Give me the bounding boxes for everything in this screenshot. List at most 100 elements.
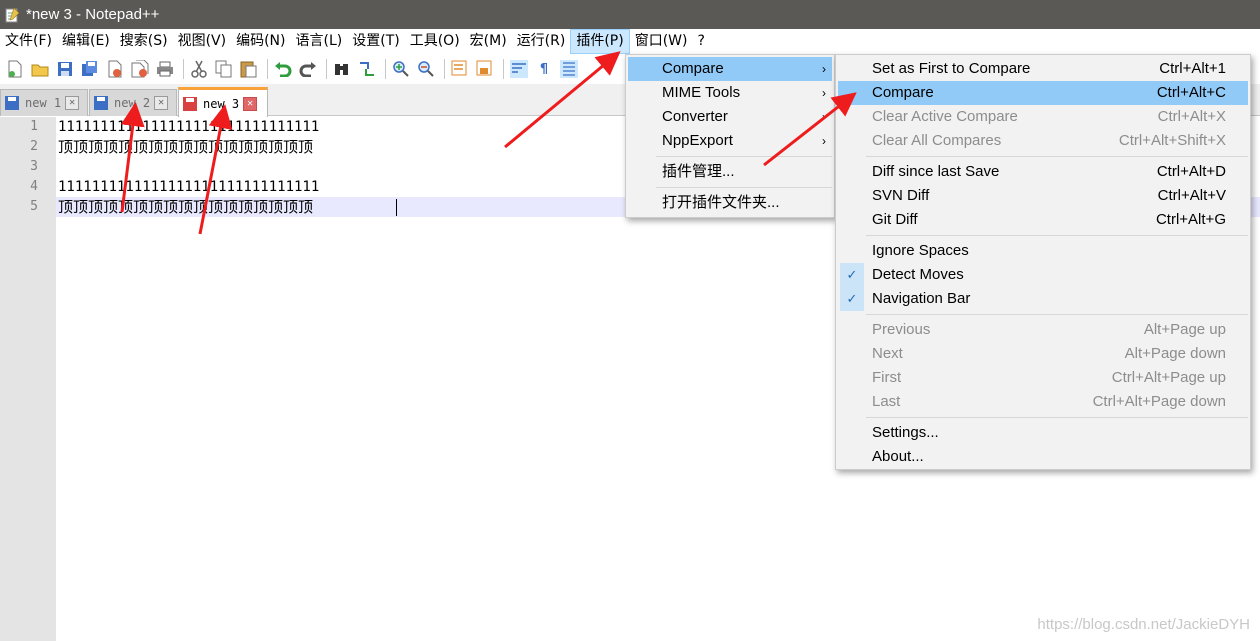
undo-icon[interactable]: [272, 58, 294, 80]
compare-settings[interactable]: Settings...: [838, 421, 1248, 445]
window-title: *new 3 - Notepad++: [26, 6, 160, 23]
line-number: 1: [30, 119, 38, 134]
plugins-menu: Compare › MIME Tools › Converter › NppEx…: [625, 54, 835, 218]
menu-separator: [656, 187, 832, 188]
menu-help[interactable]: ?: [693, 29, 710, 54]
word-wrap-icon[interactable]: [508, 58, 530, 80]
menu-macro[interactable]: 宏(M): [465, 29, 512, 54]
code-line[interactable]: 1111111111111111111111111111111: [58, 177, 319, 197]
compare-submenu: Set as First to Compare Ctrl+Alt+1 Compa…: [835, 54, 1251, 470]
code-line[interactable]: 顶顶顶顶顶顶顶顶顶顶顶顶顶顶顶顶顶: [58, 137, 313, 157]
plugins-menu-item-compare[interactable]: Compare ›: [628, 57, 832, 81]
compare-set-first[interactable]: Set as First to Compare Ctrl+Alt+1: [838, 57, 1248, 81]
notepad-app-icon: [4, 6, 20, 23]
chevron-right-icon: ›: [822, 62, 826, 76]
compare-about[interactable]: About...: [838, 445, 1248, 469]
menu-tools[interactable]: 工具(O): [405, 29, 465, 54]
menu-edit[interactable]: 编辑(E): [57, 29, 115, 54]
toolbar-separator: [503, 59, 504, 79]
compare-svn-diff[interactable]: SVN Diff Ctrl+Alt+V: [838, 184, 1248, 208]
chevron-right-icon: ›: [822, 86, 826, 100]
compare-detect-moves[interactable]: ✓ Detect Moves: [838, 263, 1248, 287]
compare-diff-since-save[interactable]: Diff since last Save Ctrl+Alt+D: [838, 160, 1248, 184]
compare-compare[interactable]: Compare Ctrl+Alt+C: [838, 81, 1248, 105]
copy-icon[interactable]: [213, 58, 235, 80]
compare-previous[interactable]: Previous Alt+Page up: [838, 318, 1248, 342]
zoom-out-icon[interactable]: [415, 58, 437, 80]
open-file-icon[interactable]: [29, 58, 51, 80]
checkmark-icon: ✓: [840, 263, 864, 287]
compare-navigation-bar[interactable]: ✓ Navigation Bar: [838, 287, 1248, 311]
compare-ignore-spaces[interactable]: Ignore Spaces: [838, 239, 1248, 263]
plugins-menu-item-mime-tools[interactable]: MIME Tools ›: [628, 81, 832, 105]
menu-file[interactable]: 文件(F): [0, 29, 57, 54]
show-all-chars-icon[interactable]: ¶: [533, 58, 555, 80]
compare-first[interactable]: First Ctrl+Alt+Page up: [838, 366, 1248, 390]
code-line[interactable]: 顶顶顶顶顶顶顶顶顶顶顶顶顶顶顶顶顶: [58, 197, 313, 217]
compare-git-diff[interactable]: Git Diff Ctrl+Alt+G: [838, 208, 1248, 232]
line-number: 3: [30, 159, 38, 174]
plugins-menu-item-plugin-admin[interactable]: 插件管理...: [628, 160, 832, 184]
menu-settings[interactable]: 设置(T): [347, 29, 404, 54]
menu-language[interactable]: 语言(L): [291, 29, 348, 54]
menu-encoding[interactable]: 编码(N): [231, 29, 290, 54]
replace-icon[interactable]: [356, 58, 378, 80]
text-caret: [396, 199, 397, 216]
plugins-menu-item-converter[interactable]: Converter ›: [628, 105, 832, 129]
watermark: https://blog.csdn.net/JackieDYH: [1037, 616, 1250, 633]
unsaved-file-icon: [183, 96, 197, 111]
menu-separator: [656, 156, 832, 157]
close-tab-icon[interactable]: ✕: [154, 96, 169, 110]
tab-label: new 2: [114, 96, 151, 110]
plugins-menu-item-nppexport[interactable]: NppExport ›: [628, 129, 832, 153]
new-file-icon[interactable]: [4, 58, 26, 80]
compare-last[interactable]: Last Ctrl+Alt+Page down: [838, 390, 1248, 414]
line-number: 2: [30, 139, 38, 154]
chevron-right-icon: ›: [822, 134, 826, 148]
menu-plugins[interactable]: 插件(P): [570, 29, 630, 54]
tab-new-3[interactable]: new 3 ✕: [178, 87, 268, 117]
paste-icon[interactable]: [238, 58, 260, 80]
menu-window[interactable]: 窗口(W): [630, 29, 693, 54]
close-all-icon[interactable]: [129, 58, 151, 80]
save-all-icon[interactable]: [79, 58, 101, 80]
close-tab-icon[interactable]: ✕: [65, 96, 80, 110]
menu-search[interactable]: 搜索(S): [115, 29, 173, 54]
line-number: 4: [30, 179, 38, 194]
zoom-in-icon[interactable]: [390, 58, 412, 80]
line-number: 5: [30, 199, 38, 214]
menu-view[interactable]: 视图(V): [173, 29, 232, 54]
title-bar: *new 3 - Notepad++: [0, 0, 1260, 29]
print-icon[interactable]: [154, 58, 176, 80]
tab-label: new 1: [25, 96, 62, 110]
menu-separator: [866, 156, 1248, 157]
sync-vertical-icon[interactable]: [449, 58, 471, 80]
menu-separator: [866, 314, 1248, 315]
code-line[interactable]: 1111111111111111111111111111111: [58, 117, 319, 137]
checkmark-icon: ✓: [840, 287, 864, 311]
menu-separator: [866, 235, 1248, 236]
tab-label: new 3: [203, 96, 240, 111]
chevron-right-icon: ›: [822, 110, 826, 124]
sync-horizontal-icon[interactable]: [474, 58, 496, 80]
tab-new-1[interactable]: new 1 ✕: [0, 89, 88, 116]
compare-next[interactable]: Next Alt+Page down: [838, 342, 1248, 366]
close-tab-icon[interactable]: ✕: [243, 96, 258, 111]
close-file-icon[interactable]: [104, 58, 126, 80]
save-icon[interactable]: [54, 58, 76, 80]
toolbar-separator: [326, 59, 327, 79]
plugins-menu-item-open-plugins-folder[interactable]: 打开插件文件夹...: [628, 191, 832, 215]
compare-clear-all[interactable]: Clear All Compares Ctrl+Alt+Shift+X: [838, 129, 1248, 153]
compare-clear-active[interactable]: Clear Active Compare Ctrl+Alt+X: [838, 105, 1248, 129]
menu-separator: [866, 417, 1248, 418]
toolbar-separator: [444, 59, 445, 79]
cut-icon[interactable]: [188, 58, 210, 80]
menu-run[interactable]: 运行(R): [512, 29, 571, 54]
tab-new-2[interactable]: new 2 ✕: [89, 89, 177, 116]
line-number-gutter: 1 2 3 4 5: [0, 117, 56, 641]
menu-bar: 文件(F) 编辑(E) 搜索(S) 视图(V) 编码(N) 语言(L) 设置(T…: [0, 29, 1260, 54]
indent-guide-icon[interactable]: [558, 58, 580, 80]
find-icon[interactable]: [331, 58, 353, 80]
redo-icon[interactable]: [297, 58, 319, 80]
saved-file-icon: [94, 96, 108, 110]
